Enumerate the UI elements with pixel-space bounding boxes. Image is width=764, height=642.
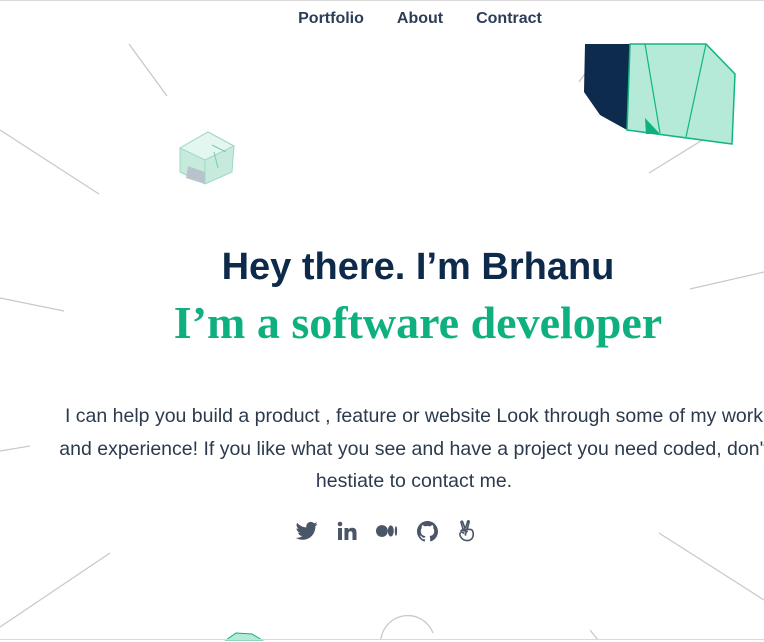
hero-title: Hey there. I’m Brhanu	[221, 246, 615, 288]
bg-line	[128, 43, 168, 97]
nav-item-portfolio[interactable]: Portfolio	[298, 10, 364, 28]
bg-line	[0, 552, 111, 628]
nav-item-contract[interactable]: Contract	[476, 10, 542, 28]
twitter-icon[interactable]	[296, 520, 318, 542]
description-line: I can help you build a product , feature…	[64, 405, 764, 427]
bottom-border	[0, 639, 764, 640]
angellist-icon[interactable]	[456, 520, 478, 542]
bg-line	[658, 532, 764, 601]
nav-item-about[interactable]: About	[397, 10, 443, 28]
social-links	[296, 518, 478, 544]
top-nav: Portfolio About Contract	[0, 10, 764, 28]
bg-arc	[380, 614, 434, 640]
github-icon[interactable]	[416, 520, 438, 542]
cube-shape	[178, 131, 236, 185]
description-line: and experience! If you like what you see…	[59, 437, 764, 460]
bg-line	[578, 67, 590, 83]
description-line: hestiate to contact me.	[315, 470, 513, 492]
top-border	[0, 0, 764, 1]
bg-line	[0, 445, 31, 452]
bg-line	[648, 122, 731, 174]
linkedin-icon[interactable]	[336, 520, 358, 542]
polygon-shape	[584, 43, 736, 145]
hero-description: I can help you build a product , feature…	[34, 400, 764, 498]
medium-icon[interactable]	[376, 520, 398, 542]
hero-subtitle: I’m a software developer	[173, 297, 663, 348]
bg-line	[0, 129, 100, 195]
